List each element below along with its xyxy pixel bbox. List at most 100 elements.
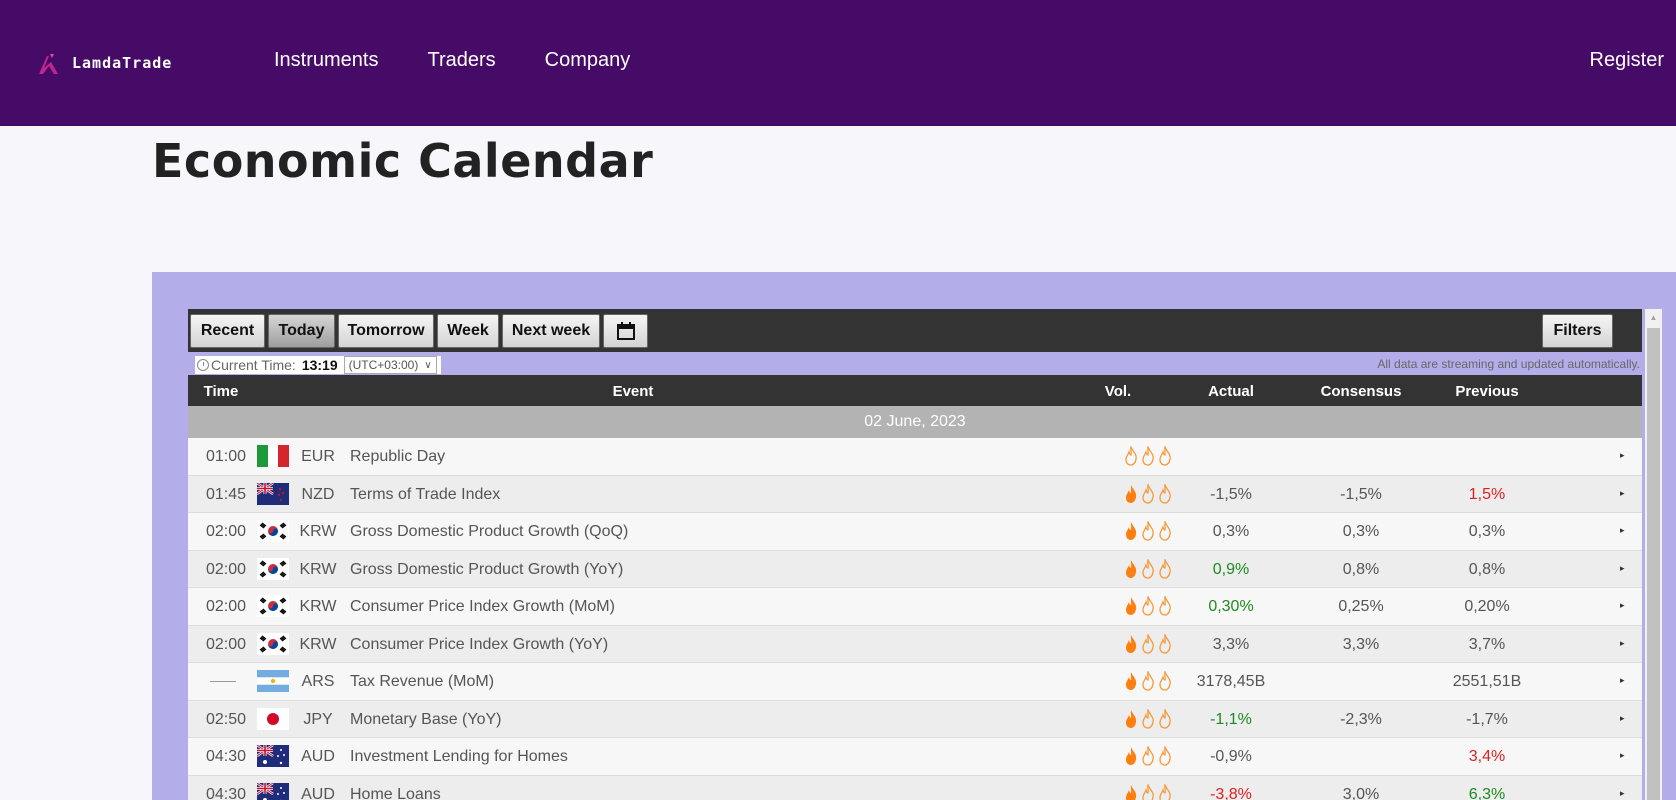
event-consensus: 3,3% bbox=[1342, 635, 1380, 653]
expand-arrow-icon[interactable]: ▸ bbox=[1620, 713, 1625, 724]
flame-outline-icon bbox=[1142, 708, 1154, 729]
event-actual: -1,5% bbox=[1210, 485, 1252, 503]
event-row[interactable]: 02:00 KRW Consumer Price Index Growth (MoM… bbox=[188, 588, 1642, 626]
calendar-toolbar: Recent Today Tomorrow Week Next week Fil… bbox=[188, 309, 1642, 352]
event-actual: 0,9% bbox=[1212, 560, 1250, 578]
argentina-flag-icon bbox=[257, 670, 289, 692]
south-korea-flag-icon bbox=[257, 595, 289, 617]
event-actual: 0,3% bbox=[1212, 523, 1250, 540]
italy-flag-icon bbox=[257, 445, 289, 467]
event-name: Gross Domestic Product Growth (YoY) bbox=[350, 560, 624, 578]
event-row[interactable]: 02:50 JPY Monetary Base (YoY) -1,1% -2,3% -1,… bbox=[188, 700, 1642, 738]
south-korea-flag-icon bbox=[257, 632, 289, 655]
flame-icon bbox=[1126, 634, 1137, 653]
flame-outline-icon bbox=[1142, 483, 1154, 504]
event-row[interactable]: 02:00 KRW Gross Domestic Product Growth (Y… bbox=[188, 550, 1642, 588]
event-time: 02:50 bbox=[205, 710, 246, 728]
event-actual: -3,8% bbox=[1210, 785, 1252, 800]
expand-arrow-icon[interactable]: ▸ bbox=[1620, 675, 1625, 686]
flame-icon bbox=[1126, 747, 1137, 765]
flame-outline-icon bbox=[1142, 746, 1154, 766]
event-consensus: 0,8% bbox=[1342, 560, 1380, 578]
event-row[interactable]: 04:30 AUD Home Loans -3,8% 3,0% 6,3% ▸ bbox=[188, 775, 1642, 800]
flame-icon bbox=[1126, 559, 1137, 578]
scrollbar[interactable]: ▲ bbox=[1645, 309, 1662, 800]
nav-instruments[interactable]: Instruments bbox=[274, 48, 378, 72]
event-previous: 0,20% bbox=[1464, 598, 1510, 615]
event-actual: 3178,45B bbox=[1196, 673, 1266, 690]
flame-outline-icon bbox=[1142, 446, 1154, 466]
next-week-button[interactable]: Next week bbox=[502, 314, 600, 348]
event-row[interactable]: 01:45 NZD Terms of Trade Index -1,5% -1,5% 1,… bbox=[188, 475, 1642, 513]
australia-flag-icon bbox=[257, 782, 289, 800]
flame-outline-icon bbox=[1159, 446, 1171, 466]
table-header: Time Event Vol. Actual Consensus Previou… bbox=[188, 375, 1642, 406]
event-time: 04:30 bbox=[205, 785, 246, 800]
timezone-select[interactable]: (UTC+03:00) ∨ bbox=[343, 356, 437, 374]
event-previous: 3,4% bbox=[1468, 748, 1506, 765]
expand-arrow-icon[interactable]: ▸ bbox=[1620, 563, 1625, 574]
date-group-header: 02 June, 2023 bbox=[188, 406, 1642, 438]
event-currency: KRW bbox=[299, 560, 337, 578]
logo[interactable]: LamdaTrade bbox=[36, 48, 172, 78]
recent-button[interactable]: Recent bbox=[190, 314, 265, 348]
event-row[interactable]: 02:00 KRW Consumer Price Index Growth (YoY… bbox=[188, 625, 1642, 663]
nav-company[interactable]: Company bbox=[545, 48, 631, 72]
event-time: 02:00 bbox=[205, 635, 246, 653]
today-button[interactable]: Today bbox=[268, 314, 335, 348]
col-event: Event bbox=[612, 383, 654, 400]
flame-icon bbox=[1126, 597, 1137, 615]
calendar-picker-button[interactable] bbox=[603, 314, 648, 348]
clock-icon bbox=[197, 359, 209, 371]
expand-arrow-icon[interactable]: ▸ bbox=[1620, 638, 1625, 649]
south-korea-flag-icon bbox=[257, 557, 289, 580]
logo-text: LamdaTrade bbox=[72, 54, 173, 72]
event-name: Investment Lending for Homes bbox=[350, 748, 568, 765]
streaming-note: All data are streaming and updated autom… bbox=[1377, 357, 1640, 371]
event-previous: 6,3% bbox=[1468, 785, 1506, 800]
expand-arrow-icon[interactable]: ▸ bbox=[1620, 450, 1625, 461]
scroll-up-arrow-icon[interactable]: ▲ bbox=[1645, 309, 1662, 326]
economic-calendar-widget: Recent Today Tomorrow Week Next week Fil… bbox=[188, 309, 1662, 800]
expand-arrow-icon[interactable]: ▸ bbox=[1620, 600, 1625, 611]
event-name: Republic Day bbox=[350, 448, 446, 465]
event-consensus: -1,5% bbox=[1340, 485, 1382, 503]
event-row[interactable]: 01:00 EUR Republic Day ▸ bbox=[188, 438, 1642, 476]
info-bar: Current Time: 13:19 (UTC+03:00) ∨ All da… bbox=[188, 352, 1642, 375]
event-row[interactable]: 04:30 AUD Investment Lending for Homes -0,9… bbox=[188, 738, 1642, 776]
flame-icon bbox=[1126, 522, 1137, 540]
event-previous: 0,3% bbox=[1468, 523, 1506, 540]
event-currency: AUD bbox=[301, 785, 335, 800]
nav-traders[interactable]: Traders bbox=[427, 48, 495, 72]
scroll-thumb[interactable] bbox=[1647, 328, 1660, 800]
expand-arrow-icon[interactable]: ▸ bbox=[1620, 788, 1625, 799]
event-currency: EUR bbox=[301, 448, 335, 465]
event-previous: -1,7% bbox=[1466, 710, 1508, 728]
calendar-panel: Recent Today Tomorrow Week Next week Fil… bbox=[152, 272, 1676, 800]
col-consensus: Consensus bbox=[1320, 383, 1402, 400]
expand-arrow-icon[interactable]: ▸ bbox=[1620, 488, 1625, 499]
filters-button[interactable]: Filters bbox=[1542, 314, 1613, 348]
event-time: 02:00 bbox=[205, 560, 246, 578]
flame-icon bbox=[1126, 484, 1137, 503]
flame-outline-icon bbox=[1142, 596, 1154, 616]
page-title: Economic Calendar bbox=[152, 134, 654, 188]
current-time-box: Current Time: 13:19 (UTC+03:00) ∨ bbox=[194, 355, 442, 375]
event-row[interactable]: 02:00 KRW Gross Domestic Product Growth (Q… bbox=[188, 513, 1642, 551]
register-link[interactable]: Register bbox=[1590, 48, 1664, 72]
expand-arrow-icon[interactable]: ▸ bbox=[1620, 525, 1625, 536]
tomorrow-button[interactable]: Tomorrow bbox=[338, 314, 434, 348]
expand-arrow-icon[interactable]: ▸ bbox=[1620, 750, 1625, 761]
flame-outline-icon bbox=[1142, 633, 1154, 654]
col-time: Time bbox=[203, 383, 239, 400]
flame-outline-icon bbox=[1125, 446, 1137, 466]
event-row[interactable]: ARS Tax Revenue (MoM) 3178,45B 2551,51B ▸ bbox=[188, 663, 1642, 701]
event-consensus: 0,3% bbox=[1342, 523, 1380, 540]
event-currency: ARS bbox=[301, 673, 335, 690]
week-button[interactable]: Week bbox=[437, 314, 499, 348]
event-previous: 1,5% bbox=[1468, 485, 1506, 503]
timezone-value: (UTC+03:00) bbox=[348, 358, 419, 372]
event-previous: 3,7% bbox=[1468, 635, 1506, 653]
event-consensus: 0,25% bbox=[1338, 598, 1384, 615]
event-time: 02:00 bbox=[205, 523, 246, 540]
